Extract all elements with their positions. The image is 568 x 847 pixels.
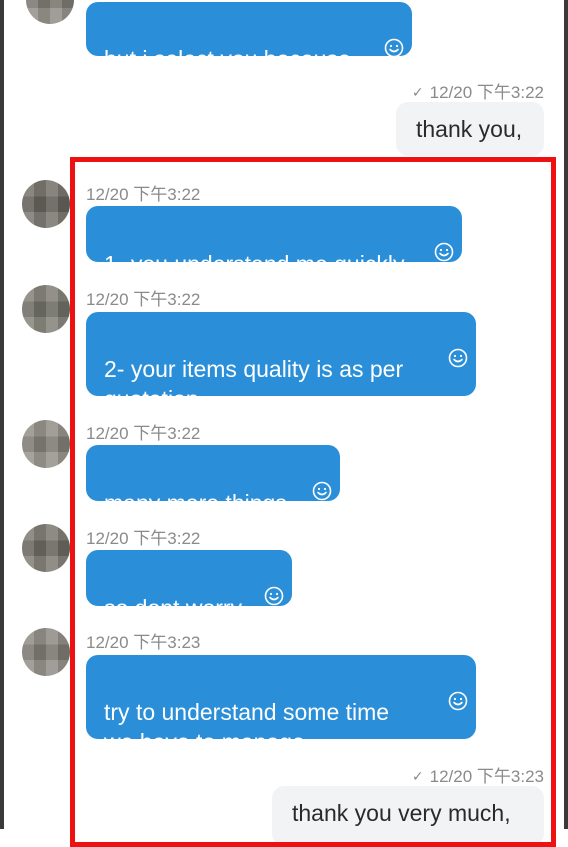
message-text: try to understand some time we have to m…: [104, 699, 390, 755]
message-timestamp: 12/20 下午3:22: [86, 424, 201, 443]
timestamp-text: 12/20 下午3:23: [429, 767, 544, 786]
smiley-icon[interactable]: [312, 451, 332, 501]
message-bubble[interactable]: thank you,: [396, 102, 544, 156]
message-bubble[interactable]: thank you very much,: [272, 786, 544, 846]
avatar[interactable]: [22, 628, 70, 676]
message-timestamp: 12/20 下午3:23: [86, 633, 201, 652]
message-bubble[interactable]: try to understand some time we have to m…: [86, 655, 476, 755]
message-timestamp: 12/20 下午3:22: [86, 290, 201, 309]
message-bubble[interactable]: but i select you because: [86, 2, 412, 72]
message-text: but i select you because: [104, 46, 351, 72]
timestamp-text: 12/20 下午3:22: [429, 83, 544, 102]
message-timestamp: ✓ 12/20 下午3:22: [412, 78, 544, 103]
avatar[interactable]: [22, 524, 70, 572]
avatar[interactable]: [22, 180, 70, 228]
message-text: so dont worry: [104, 595, 243, 621]
message-bubble[interactable]: so dont worry: [86, 550, 292, 621]
message-bubble[interactable]: 2- your items quality is as per quotatio…: [86, 312, 476, 412]
check-icon: ✓: [411, 768, 424, 784]
smiley-icon[interactable]: [448, 661, 468, 711]
screen-edge-left: [0, 0, 4, 829]
avatar[interactable]: [26, 0, 74, 24]
message-timestamp: 12/20 下午3:22: [86, 529, 201, 548]
screen-edge-right: [564, 0, 568, 829]
message-text: many more things: [104, 490, 287, 516]
avatar[interactable]: [22, 420, 70, 468]
smiley-icon[interactable]: [264, 556, 284, 606]
smiley-icon[interactable]: [434, 212, 454, 262]
message-text: 1- you understand me quickly: [104, 251, 405, 277]
smiley-icon[interactable]: [448, 318, 468, 368]
message-text: 2- your items quality is as per quotatio…: [104, 356, 404, 412]
message-bubble[interactable]: many more things: [86, 445, 340, 516]
avatar[interactable]: [22, 285, 70, 333]
message-timestamp: ✓ 12/20 下午3:23: [412, 762, 544, 787]
message-text: thank you very much,: [292, 800, 511, 826]
check-icon: ✓: [411, 84, 424, 100]
message-bubble[interactable]: 1- you understand me quickly: [86, 206, 462, 277]
message-timestamp: 12/20 下午3:22: [86, 185, 201, 204]
smiley-icon[interactable]: [384, 8, 404, 58]
message-text: thank you,: [416, 116, 523, 142]
